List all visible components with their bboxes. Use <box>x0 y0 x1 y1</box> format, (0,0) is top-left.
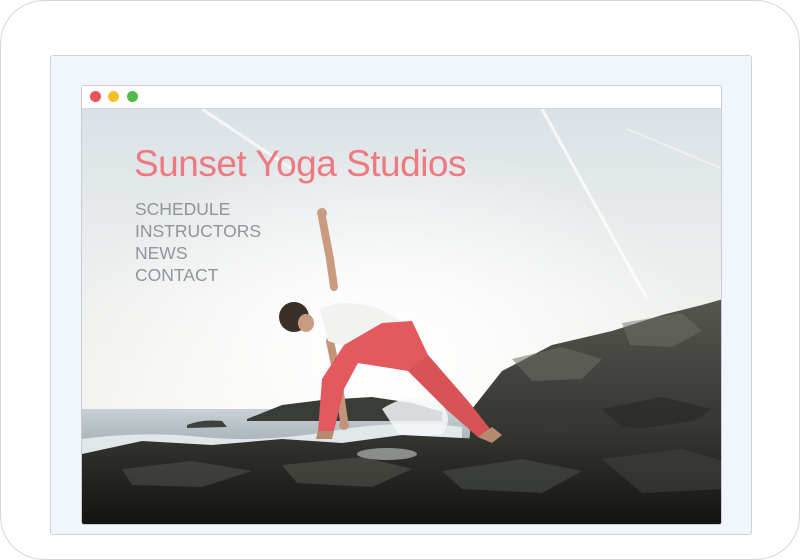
nav-link-news[interactable]: NEWS <box>135 242 261 264</box>
browser-window: Sunset Yoga Studios SCHEDULE INSTRUCTORS… <box>81 85 722 525</box>
site-title: Sunset Yoga Studios <box>134 143 467 184</box>
nav-link-contact[interactable]: CONTACT <box>135 264 261 286</box>
hero-section: Sunset Yoga Studios SCHEDULE INSTRUCTORS… <box>82 109 721 524</box>
close-window-button[interactable] <box>90 91 101 102</box>
maximize-window-button[interactable] <box>127 91 138 102</box>
device-frame: Sunset Yoga Studios SCHEDULE INSTRUCTORS… <box>0 0 800 560</box>
window-titlebar <box>82 86 721 109</box>
nav-link-schedule[interactable]: SCHEDULE <box>135 198 261 220</box>
site-nav: SCHEDULE INSTRUCTORS NEWS CONTACT <box>135 198 261 286</box>
minimize-window-button[interactable] <box>108 91 119 102</box>
nav-link-instructors[interactable]: INSTRUCTORS <box>135 220 261 242</box>
device-screen: Sunset Yoga Studios SCHEDULE INSTRUCTORS… <box>50 55 752 535</box>
